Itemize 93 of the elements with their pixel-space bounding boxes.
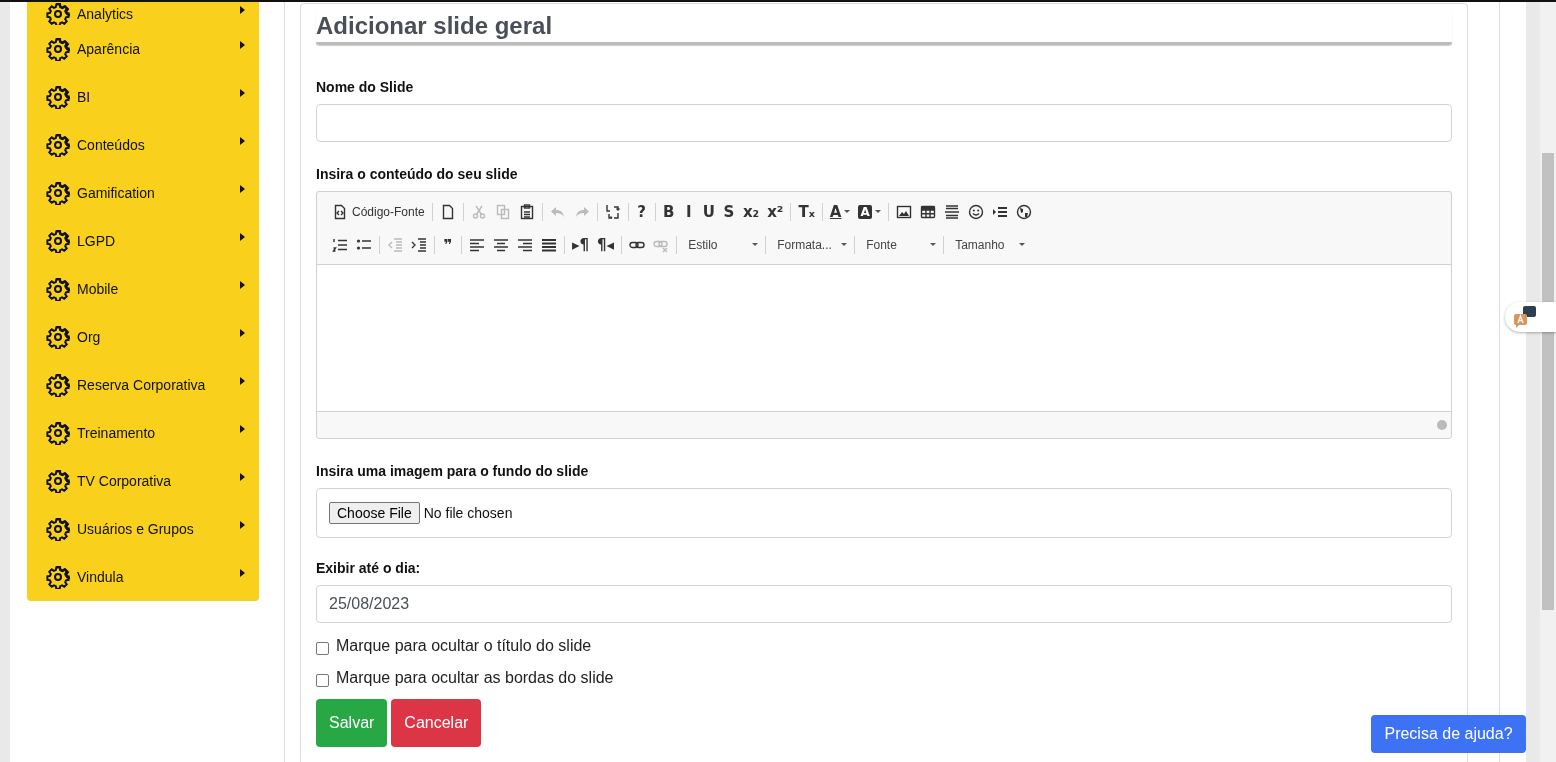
toolbar-button[interactable]: S <box>718 200 739 223</box>
scissors-icon <box>470 203 487 220</box>
image-icon <box>895 203 912 220</box>
toolbar-button[interactable]: U <box>698 200 719 223</box>
translate-widget[interactable] <box>1505 302 1556 332</box>
sidebar-item[interactable]: Reserva Corporativa <box>27 361 259 409</box>
caret-icon <box>240 377 245 385</box>
date-field[interactable]: 25/08/2023 <box>316 585 1452 623</box>
clipboard-icon <box>518 203 535 220</box>
text-color-button[interactable]: A <box>825 200 855 223</box>
gear-icon <box>46 277 70 301</box>
toolbar-button[interactable]: ❞ <box>438 233 458 256</box>
toolbar-button[interactable]: ¶◂ <box>593 233 619 256</box>
file-field[interactable]: Choose File No file chosen <box>316 488 1452 538</box>
caret-icon <box>240 137 245 145</box>
caret-icon <box>240 41 245 49</box>
sidebar-item[interactable]: Usuários e Grupos <box>27 505 259 553</box>
checkbox[interactable] <box>316 641 329 655</box>
justify-icon <box>541 236 557 253</box>
gear-icon <box>46 37 70 61</box>
scrollbar[interactable] <box>1540 2 1556 762</box>
gear-icon <box>46 469 70 493</box>
sidebar-item[interactable]: Mobile <box>27 265 259 313</box>
caret-icon <box>240 233 245 241</box>
sidebar-item[interactable]: Vindula <box>27 553 259 601</box>
sidebar-item[interactable]: BI <box>27 73 259 121</box>
resize-handle[interactable] <box>1437 420 1447 430</box>
field-label: Insira o conteúdo do seu slide <box>316 166 519 182</box>
sidebar-item[interactable]: Treinamento <box>27 409 259 457</box>
gear-icon <box>46 517 70 541</box>
document-code-icon <box>332 203 348 220</box>
caret-icon <box>240 281 245 289</box>
caret-icon <box>240 569 245 577</box>
caret-icon <box>240 425 245 433</box>
sidebar-item[interactable]: TV Corporativa <box>27 457 259 505</box>
sidebar-item[interactable]: Org <box>27 313 259 361</box>
toolbar-button[interactable]: Tₓ <box>794 200 819 223</box>
smiley-icon <box>967 203 984 220</box>
caret-icon <box>240 329 245 337</box>
numbered-list-icon <box>332 236 348 253</box>
gear-icon <box>46 133 70 157</box>
toolbar-button[interactable]: ▸¶ <box>568 233 594 256</box>
input-field[interactable] <box>316 104 1452 142</box>
translate-icon <box>1513 305 1537 329</box>
field-label: Nome do Slide <box>316 79 415 95</box>
toolbar-button[interactable]: I <box>678 200 699 223</box>
horizontal-rule-icon <box>943 203 960 220</box>
dropdown[interactable]: Estilo <box>680 233 763 256</box>
bulleted-list-icon <box>356 236 372 253</box>
sidebar-item[interactable]: Gamification <box>27 169 259 217</box>
sidebar-item[interactable]: Aparência <box>27 25 259 73</box>
gear-icon <box>46 421 70 445</box>
file-status: No file chosen <box>423 505 513 521</box>
outdent-icon <box>387 236 403 253</box>
dropdown[interactable]: Formata... <box>769 233 852 256</box>
gear-icon <box>46 85 70 109</box>
sidebar-item[interactable]: Conteúdos <box>27 121 259 169</box>
field-label: Exibir até o dia: <box>316 560 422 576</box>
table-icon <box>919 203 936 220</box>
caret-icon <box>240 521 245 529</box>
caret-icon <box>240 89 245 97</box>
gear-icon <box>46 565 70 589</box>
toolbar-button[interactable]: ? <box>631 200 652 223</box>
sidebar-item[interactable]: LGPD <box>27 217 259 265</box>
gear-icon <box>46 181 70 205</box>
align-right-icon <box>517 236 533 253</box>
gear-icon <box>46 229 70 253</box>
checkbox[interactable] <box>316 673 329 687</box>
dropdown[interactable]: Tamanho <box>947 233 1030 256</box>
dropdown[interactable]: Fonte <box>858 233 941 256</box>
toolbar-button[interactable]: x₂ <box>738 200 764 223</box>
toolbar-button[interactable]: B <box>658 200 679 223</box>
source-button[interactable]: Código-Fonte <box>328 200 429 223</box>
help-button[interactable]: Precisa de ajuda? <box>1371 715 1526 753</box>
gear-icon <box>46 325 70 349</box>
caret-icon <box>240 185 245 193</box>
page-title: Adicionar slide geral <box>316 12 1452 45</box>
checkbox-label: Marque para ocultar as bordas do slide <box>336 669 614 687</box>
gear-icon <box>46 373 70 397</box>
align-center-icon <box>493 236 509 253</box>
checkbox-label: Marque para ocultar o título do slide <box>336 637 592 655</box>
sidebar-item[interactable]: Analytics <box>27 2 259 25</box>
choose-file-button[interactable]: Choose File <box>329 502 420 524</box>
field-label: Insira uma imagem para o fundo do slide <box>316 463 590 479</box>
copy-icon <box>494 203 511 220</box>
caret-icon <box>240 473 245 481</box>
cancel-button[interactable]: Cancelar <box>391 699 482 747</box>
background-color-button[interactable]: A <box>854 200 885 223</box>
toolbar-button[interactable]: x² <box>763 200 788 223</box>
align-left-icon <box>469 236 485 253</box>
caret-icon <box>240 5 245 14</box>
globe-icon <box>1015 203 1032 220</box>
indent-icon <box>411 236 427 253</box>
